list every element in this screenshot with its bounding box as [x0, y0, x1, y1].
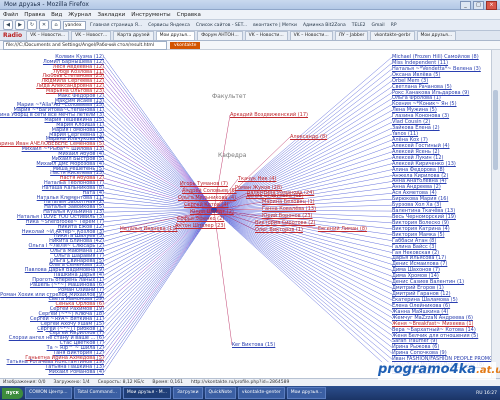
menu-bookmarks[interactable]: Закладки — [97, 12, 125, 18]
menu-view[interactable]: Вид — [51, 12, 62, 18]
watermark-logo: programo4ka.at.ua — [378, 362, 500, 380]
status-loaded: Загружено: 1/4 — [53, 380, 90, 385]
friend-edge — [103, 209, 215, 368]
bookmark-item[interactable]: Главная страница Я... — [88, 23, 144, 28]
address-bar: file:///C:/Documents and Settings/Angel/… — [0, 40, 500, 50]
stop-icon[interactable]: ✕ — [39, 20, 49, 30]
taskbar-item[interactable]: Total Command... — [73, 387, 121, 399]
bookmark-item[interactable]: Gmail — [370, 23, 387, 28]
friend-link[interactable]: Александр (8) — [290, 134, 327, 140]
tab[interactable]: ЛУ – Jabber — [334, 31, 369, 40]
taskbar: пуск COWON Центр... Total Command... Мои… — [0, 386, 500, 400]
faculty-label: Факультет — [212, 93, 247, 100]
tab[interactable]: VK – Новости... — [244, 31, 288, 40]
window-controls: _ □ × — [460, 1, 497, 10]
window-title: Мои друзья - Mozilla Firefox — [4, 1, 89, 8]
tab[interactable]: Форум АНТОН... — [197, 31, 243, 40]
bookmark-item[interactable]: Админка Bit2Zona — [301, 23, 348, 28]
status-speed: Скорость: 8,12 КБ/с — [97, 380, 145, 385]
taskbar-item[interactable]: COWON Центр... — [25, 387, 72, 399]
friend-edge — [213, 209, 233, 346]
friend-link[interactable]: Ker Виктова (15) — [232, 342, 275, 348]
minimize-button[interactable]: _ — [460, 1, 471, 10]
navigation-toolbar: ◀ ▶ ↻ ✕ ⌂ yandex Главная страница Я... С… — [0, 20, 500, 31]
bookmark-item[interactable]: Сервисы Яндекса — [146, 23, 192, 28]
friend-edge — [213, 209, 393, 360]
tab[interactable]: vkontakte-gerbr — [370, 31, 415, 40]
menu-help[interactable]: Справка — [177, 12, 201, 18]
forward-arrow-icon[interactable]: ▶ — [15, 20, 25, 30]
menu-bar: Файл Правка Вид Журнал Закладки Инструме… — [0, 10, 500, 20]
tab-active[interactable]: Мои друзья... — [155, 31, 196, 40]
bookmark-item[interactable]: TELE2 — [350, 23, 368, 28]
friend-link[interactable]: Валентина Романова (24) — [247, 190, 314, 196]
friend-edge — [103, 209, 215, 358]
vertical-scrollbar[interactable] — [491, 50, 500, 378]
tab-bar: Radio VK – Новости... VK – Новост... Кар… — [0, 31, 500, 41]
friend-link[interactable]: Ткачук Ник (4) — [238, 176, 276, 182]
taskbar-item-active[interactable]: Мои друзья - M... — [122, 387, 171, 399]
start-button[interactable]: пуск — [2, 387, 24, 399]
friend-link[interactable]: Сергей Котов (4) — [184, 202, 228, 208]
status-url: http://vkontakte.ru/profile.php?id=28645… — [191, 380, 290, 385]
chair-label: Кафедра — [218, 152, 247, 159]
bookmark-item[interactable]: Список сайтов - SET... — [194, 23, 249, 28]
search-input[interactable]: yandex — [63, 20, 86, 30]
back-arrow-icon[interactable]: ◀ — [3, 20, 13, 30]
url-input[interactable]: file:///C:/Documents and Settings/Angel/… — [3, 40, 167, 50]
reload-icon[interactable]: ↻ — [27, 20, 37, 30]
friend-link[interactable]: Софья Эфенко (2) — [177, 216, 224, 222]
menu-edit[interactable]: Правка — [24, 12, 45, 18]
friend-edge — [103, 209, 215, 373]
radio-logo[interactable]: Radio — [3, 32, 22, 39]
watermark-brand: programo4ka — [378, 362, 477, 377]
home-icon[interactable]: ⌂ — [51, 20, 61, 30]
friend-link[interactable]: Юлия Шмидт (2) — [190, 209, 234, 215]
tab[interactable]: Карта друзей — [113, 31, 154, 40]
window-titlebar: Мои друзья - Mozilla Firefox _ □ × — [0, 0, 500, 10]
maximize-button[interactable]: □ — [473, 1, 484, 10]
friend-link[interactable]: Ольга Мельникова (4) — [178, 195, 236, 201]
friend-link[interactable]: Евгений Лиман (8) — [318, 226, 367, 232]
tab[interactable]: VK – Новост... — [71, 31, 112, 40]
friend-link[interactable]: Игорь Туманов (7) — [180, 181, 228, 187]
friends-graph: Факультет Кафедра Колвин Кузма (12) Ломил… — [0, 50, 492, 378]
tab[interactable]: VK – Новости... — [289, 31, 333, 40]
bookmark-item[interactable]: RP — [389, 23, 399, 28]
friend-link[interactable]: Михаил Романова (4) — [48, 369, 104, 375]
watermark-ext: .at.ua — [476, 365, 500, 376]
system-tray-clock: RU 16:27 — [476, 390, 497, 396]
friend-link[interactable]: Андрей Соловьев (6) — [182, 188, 237, 194]
taskbar-item[interactable]: vkontakte-genter — [237, 387, 285, 399]
friend-link[interactable]: Антон Шпалер (23) — [175, 223, 226, 229]
tab[interactable]: Мои друзья... — [416, 31, 457, 40]
menu-file[interactable]: Файл — [3, 12, 18, 18]
taskbar-item[interactable]: Загрузки — [172, 387, 203, 399]
scrollbar-thumb[interactable] — [493, 90, 498, 170]
friend-link[interactable]: Виктория Сиротова (2) — [255, 220, 315, 226]
status-time: Время: 0,161 — [152, 380, 184, 385]
friend-link[interactable]: Аркадий Воздвиженский (17) — [230, 112, 308, 118]
taskbar-item[interactable]: QuickNote — [204, 387, 236, 399]
taskbar-item[interactable]: Мои друзья... — [286, 387, 327, 399]
status-images: Изображения: 0/0 — [3, 380, 46, 385]
site-badge[interactable]: vkontakte — [170, 41, 201, 49]
friend-link[interactable]: Марина Беловец (1) — [262, 199, 315, 205]
tab[interactable]: VK – Новости... — [26, 31, 70, 40]
bookmark-item[interactable]: вконтакте | Метки — [251, 23, 299, 28]
menu-history[interactable]: Журнал — [68, 12, 91, 18]
close-button[interactable]: × — [486, 1, 497, 10]
friend-link[interactable]: Юрий Воронов (23) — [262, 213, 313, 219]
friend-link[interactable]: Наталья Иванова (11) — [120, 226, 177, 232]
friend-link[interactable]: Олег Викторов (1) — [255, 227, 303, 233]
friend-link[interactable]: Ганна Ковалёва (13) — [262, 206, 316, 212]
menu-tools[interactable]: Инструменты — [131, 12, 170, 18]
